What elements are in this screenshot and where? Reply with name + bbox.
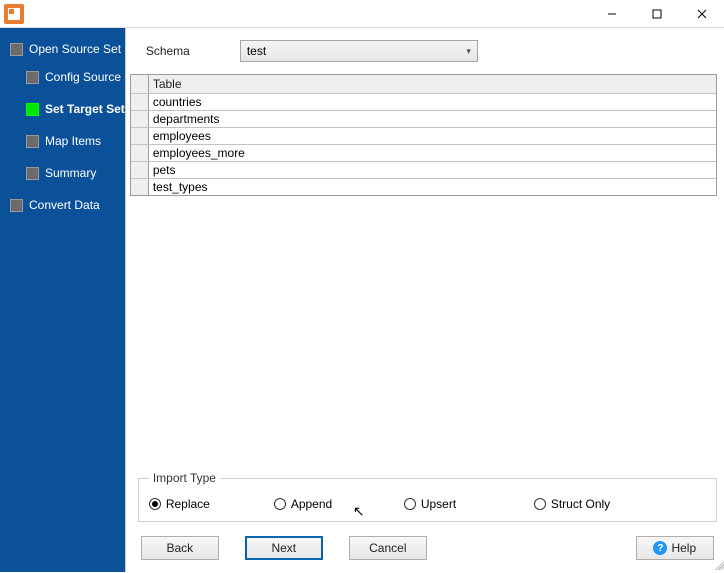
schema-label: Schema <box>146 44 190 58</box>
radio-icon <box>149 498 161 510</box>
grid-corner <box>131 75 149 93</box>
row-header <box>131 94 149 110</box>
close-button[interactable] <box>679 0 724 27</box>
step-label: Summary <box>45 166 96 180</box>
table-cell: departments <box>149 111 716 127</box>
step-icon <box>10 43 23 56</box>
table-cell: pets <box>149 162 716 178</box>
table-grid[interactable]: Table countriesdepartmentsemployeesemplo… <box>130 74 717 196</box>
main-panel: Schema test ▾ Table countriesdepartments… <box>125 28 724 572</box>
row-header <box>131 179 149 195</box>
table-cell: countries <box>149 94 716 110</box>
table-row[interactable]: pets <box>131 161 716 178</box>
table-row[interactable]: test_types <box>131 178 716 195</box>
row-header <box>131 128 149 144</box>
help-button[interactable]: ? Help <box>636 536 714 560</box>
radio-struct-only[interactable]: Struct Only <box>534 497 610 511</box>
help-label: Help <box>671 541 696 555</box>
wizard-step-open-source-set[interactable]: Open Source Set <box>0 38 125 60</box>
table-row[interactable]: departments <box>131 110 716 127</box>
step-icon <box>10 199 23 212</box>
step-label: Set Target Set <box>45 102 125 116</box>
table-cell: test_types <box>149 179 716 195</box>
cancel-button[interactable]: Cancel <box>349 536 427 560</box>
radio-label: Upsert <box>421 497 456 511</box>
radio-icon <box>404 498 416 510</box>
step-icon <box>26 167 39 180</box>
radio-append[interactable]: Append <box>274 497 404 511</box>
app-icon <box>4 4 24 24</box>
table-cell: employees <box>149 128 716 144</box>
minimize-button[interactable] <box>589 0 634 27</box>
table-cell: employees_more <box>149 145 716 161</box>
radio-label: Append <box>291 497 332 511</box>
table-header: Table <box>149 75 716 93</box>
step-label: Config Source <box>45 70 121 84</box>
wizard-step-config-source[interactable]: Config Source <box>0 66 125 88</box>
import-type-legend: Import Type <box>149 471 220 485</box>
wizard-step-summary[interactable]: Summary <box>0 162 125 184</box>
wizard-step-set-target-set[interactable]: Set Target Set <box>0 98 125 120</box>
step-icon <box>26 71 39 84</box>
import-type-group: Import Type Replace Append Upsert Struct On… <box>138 471 717 522</box>
resize-grip[interactable] <box>715 558 724 570</box>
schema-value: test <box>247 44 266 58</box>
step-icon <box>26 103 39 116</box>
titlebar <box>0 0 724 28</box>
schema-select[interactable]: test ▾ <box>240 40 478 62</box>
button-bar: Back Next Cancel ? Help <box>126 528 724 572</box>
radio-icon <box>274 498 286 510</box>
wizard-step-map-items[interactable]: Map Items <box>0 130 125 152</box>
maximize-button[interactable] <box>634 0 679 27</box>
back-button[interactable]: Back <box>141 536 219 560</box>
row-header <box>131 162 149 178</box>
step-label: Convert Data <box>29 198 100 212</box>
next-button[interactable]: Next <box>245 536 323 560</box>
window-controls <box>589 0 724 27</box>
radio-upsert[interactable]: Upsert <box>404 497 534 511</box>
row-header <box>131 111 149 127</box>
radio-label: Replace <box>166 497 210 511</box>
step-icon <box>26 135 39 148</box>
row-header <box>131 145 149 161</box>
table-row[interactable]: countries <box>131 93 716 110</box>
radio-icon <box>534 498 546 510</box>
wizard-step-convert-data[interactable]: Convert Data <box>0 194 125 216</box>
radio-label: Struct Only <box>551 497 610 511</box>
table-row[interactable]: employees <box>131 127 716 144</box>
wizard-sidebar: Open Source Set Config Source Set Target S… <box>0 28 125 572</box>
radio-replace[interactable]: Replace <box>149 497 274 511</box>
chevron-down-icon: ▾ <box>466 46 471 57</box>
table-row[interactable]: employees_more <box>131 144 716 161</box>
step-label: Map Items <box>45 134 101 148</box>
step-label: Open Source Set <box>29 42 121 56</box>
help-icon: ? <box>653 541 667 555</box>
